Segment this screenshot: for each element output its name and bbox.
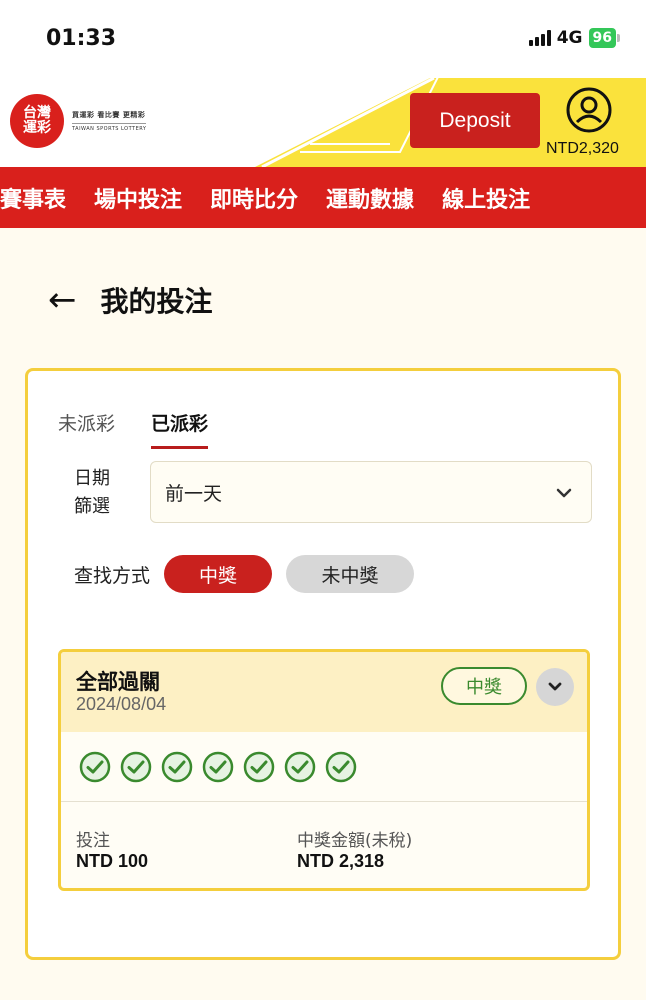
logo[interactable]: 台灣 運彩 買運彩 看比賽 更精彩 TAIWAN SPORTS LOTTERY (10, 94, 147, 148)
stake-label: 投注 (76, 831, 110, 851)
check-circle-icon (202, 751, 234, 782)
status-bar: 01:33 4G 96 (0, 0, 646, 78)
tab-unsettled[interactable]: 未派彩 (58, 409, 115, 449)
payout-label: 中獎金額(未稅) (297, 831, 413, 851)
logo-text: 買運彩 看比賽 更精彩 TAIWAN SPORTS LOTTERY (72, 110, 147, 132)
logo-subtitle: TAIWAN SPORTS LOTTERY (72, 123, 147, 132)
filter-won-button[interactable]: 中獎 (164, 555, 273, 593)
date-filter-label: 日期 篩選 (74, 465, 134, 521)
nav-item-schedule[interactable]: 賽事表 (0, 182, 66, 214)
logo-line-1: 台灣 (23, 105, 51, 121)
battery-tip (617, 34, 620, 42)
chevron-down-icon (556, 488, 572, 498)
status-time: 01:33 (46, 26, 117, 51)
payout-block: 中獎金額(未稅) NTD 2,318 (297, 826, 412, 872)
stake-block: 投注 NTD 100 (76, 826, 148, 872)
logo-tagline: 買運彩 看比賽 更精彩 (72, 111, 146, 119)
status-indicators: 4G 96 (528, 28, 620, 48)
check-circle-icon (243, 751, 275, 782)
stake-value: NTD 100 (76, 851, 149, 871)
logo-line-2: 運彩 (23, 120, 51, 136)
check-circle-icon (161, 751, 193, 782)
tab-settled[interactable]: 已派彩 (151, 409, 209, 449)
check-circle-icon (284, 751, 316, 782)
logo-mark: 台灣 運彩 (10, 94, 64, 148)
expand-button[interactable] (536, 668, 574, 706)
date-filter-label-line-2: 篩選 (74, 496, 110, 517)
check-circle-icon (79, 751, 111, 782)
bet-type: 全部過關 (76, 670, 160, 694)
signal-icon (528, 30, 551, 46)
deposit-button[interactable]: Deposit (410, 93, 540, 148)
date-filter-label-line-1: 日期 (74, 468, 110, 489)
date-filter-value: 前一天 (165, 482, 223, 505)
payout-value: NTD 2,318 (297, 851, 385, 871)
status-badge: 中獎 (441, 667, 527, 705)
nav-item-live-scores[interactable]: 即時比分 (210, 182, 298, 214)
app-header: 台灣 運彩 買運彩 看比賽 更精彩 TAIWAN SPORTS LOTTERY … (0, 78, 646, 167)
nav-item-online-betting[interactable]: 線上投注 (442, 182, 530, 214)
chevron-down-icon (548, 682, 562, 691)
account-icon[interactable] (565, 86, 613, 134)
bet-amounts: 投注 NTD 100 中獎金額(未稅) NTD 2,318 (61, 802, 587, 888)
settlement-tabs: 未派彩 已派彩 (58, 409, 209, 449)
check-circle-icon (120, 751, 152, 782)
bet-date: 2024/08/04 (76, 694, 167, 714)
check-circle-icon (325, 751, 357, 782)
battery-icon: 96 (588, 28, 616, 48)
nav-item-live-betting[interactable]: 場中投注 (94, 182, 182, 214)
filter-lost-button[interactable]: 未中獎 (286, 555, 415, 593)
back-arrow-icon[interactable]: ← (48, 283, 77, 317)
bets-card: 未派彩 已派彩 日期 篩選 前一天 查找方式 中獎 未中獎 全部過關 2024/… (25, 368, 621, 960)
nav-item-sports-data[interactable]: 運動數據 (326, 182, 414, 214)
network-type: 4G (556, 28, 583, 48)
main-nav: 賽事表 場中投注 即時比分 運動數據 線上投注 (0, 167, 646, 228)
search-mode-row: 查找方式 中獎 未中獎 (74, 555, 415, 593)
bet-slip-header: 全部過關 2024/08/04 中獎 (61, 652, 587, 732)
bet-slip[interactable]: 全部過關 2024/08/04 中獎 投注 NTD 100 中獎金額(未稅) N… (58, 649, 590, 891)
leg-results (61, 732, 587, 802)
balance: NTD2,320 (546, 140, 619, 157)
page-title: 我的投注 (100, 285, 213, 318)
search-mode-label: 查找方式 (74, 564, 151, 587)
date-filter-select[interactable]: 前一天 (150, 461, 592, 523)
page-title-row: ← 我的投注 (48, 280, 213, 320)
